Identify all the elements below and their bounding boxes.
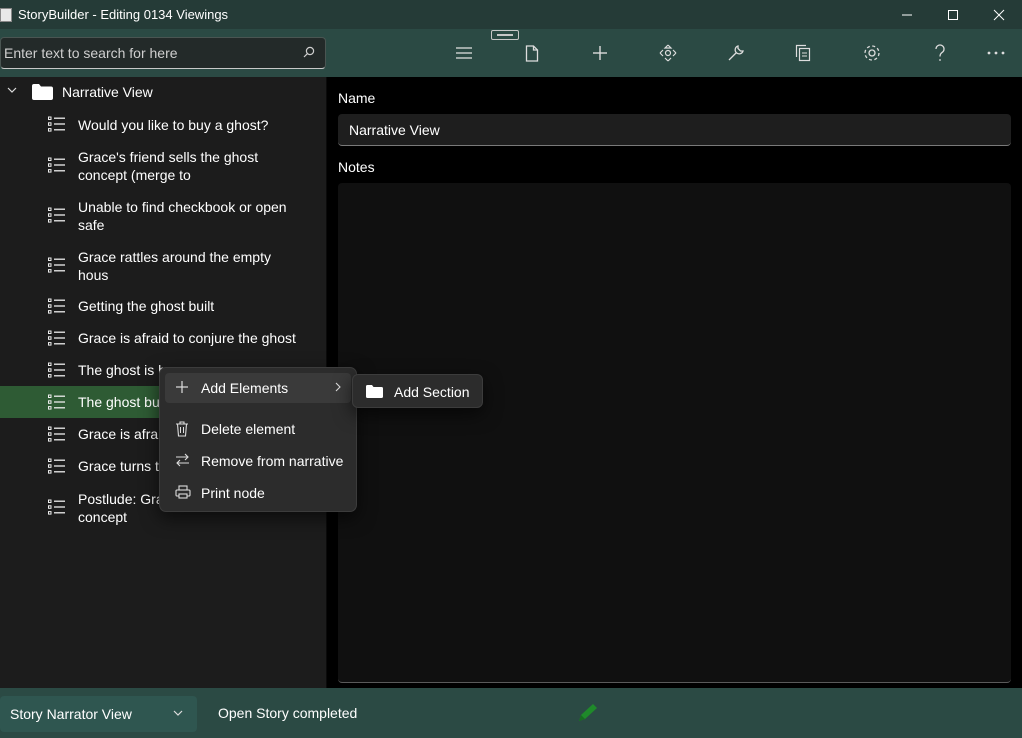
name-label: Name [338,90,376,106]
list-icon [48,157,65,173]
list-icon [48,394,65,410]
title-bar: StoryBuilder - Editing 0134 Viewings [0,0,1022,29]
close-button[interactable] [976,0,1022,29]
new-file-button[interactable] [516,39,548,67]
tools-button[interactable] [720,39,752,67]
folder-icon [32,84,53,100]
tree-item-label: Unable to find checkbook or open safe [78,199,287,233]
tree-item[interactable]: Getting the ghost built [0,290,326,322]
chevron-down-icon[interactable] [7,86,17,94]
view-selector-value: Story Narrator View [10,706,132,722]
tree-root-label: Narrative View [62,84,153,100]
tree-item[interactable]: Grace's friend sells the ghost concept (… [0,141,326,189]
storybuilder-window: StoryBuilder - Editing 0134 Viewings Ent… [0,0,1022,738]
swap-arrows-icon [176,453,189,467]
tree-root-narrative-view[interactable]: Narrative View [0,77,326,107]
tree-item[interactable]: Unable to find checkbook or open safe [0,191,326,239]
wrench-icon [728,45,744,61]
add-elements-menu-item[interactable]: Add Elements [165,373,351,403]
list-icon [48,116,65,132]
pencil-icon [579,704,597,721]
list-icon [48,330,65,346]
add-elements-label: Add Elements [201,380,289,396]
more-options-button[interactable] [980,39,1012,67]
minimize-icon [902,14,912,15]
folder-icon [366,385,383,398]
tree-item-label: Would you like to buy a ghost? [78,117,269,133]
tree-item[interactable]: Grace rattles around the empty hous [0,241,326,289]
add-section-label: Add Section [394,384,470,400]
tree-item-label: Getting the ghost built [78,298,215,314]
document-icon [525,44,539,62]
tree-item[interactable]: Grace is afraid to conjure the ghost [0,322,326,354]
printer-icon [175,485,191,499]
question-mark-icon [935,44,945,61]
toolbar [0,29,1022,77]
search-icon[interactable] [303,46,315,58]
drag-handle[interactable] [491,30,519,40]
hamburger-menu-button[interactable] [448,39,480,67]
trash-icon [176,421,188,437]
remove-from-narrative-menu-item[interactable]: Remove from narrative [165,446,351,476]
status-bar: Story Narrator View Open Story completed [0,688,1022,738]
window-title: StoryBuilder - Editing 0134 Viewings [18,7,229,22]
copy-button[interactable] [787,39,819,67]
context-menu: Add Elements Delete element Remove from … [159,367,357,512]
print-node-label: Print node [201,485,265,501]
close-icon [993,9,1005,20]
ellipsis-icon [987,51,1005,55]
minimize-button[interactable] [884,0,930,29]
plus-icon [593,46,607,60]
delete-element-menu-item[interactable]: Delete element [165,414,351,444]
add-button[interactable] [584,39,616,67]
list-icon [48,207,65,223]
app-icon [0,7,12,22]
notes-label: Notes [338,159,375,175]
tree-item-label: Grace is afraid to conjure the ghost [78,330,296,346]
settings-button[interactable] [856,39,888,67]
search-box [0,37,326,69]
view-selector-dropdown[interactable]: Story Narrator View [0,696,197,732]
list-icon [48,426,65,442]
status-message: Open Story completed [218,705,358,721]
list-icon [48,458,65,474]
add-section-menu-item[interactable]: Add Section [352,374,483,408]
copy-icon [795,44,811,62]
gear-icon [864,45,880,61]
list-icon [48,362,65,378]
remove-from-narrative-label: Remove from narrative [201,453,344,469]
delete-element-label: Delete element [201,421,296,437]
list-icon [48,298,65,314]
search-input[interactable] [1,45,291,61]
tree-item-label: Grace's friend sells the ghost concept (… [78,149,259,183]
window-controls [884,0,1022,29]
tree-item-label: Postlude: Gra concept [78,491,164,525]
list-icon [48,499,65,515]
plus-icon [176,381,188,393]
notes-textarea[interactable] [338,183,1011,683]
move-button[interactable] [652,39,684,67]
move-arrows-icon [659,44,677,62]
print-node-menu-item[interactable]: Print node [165,478,351,508]
name-field[interactable]: Narrative View [338,114,1011,146]
help-button[interactable] [924,39,956,67]
chevron-down-icon [173,710,183,716]
maximize-icon [948,9,958,20]
chevron-right-icon [335,382,341,392]
maximize-button[interactable] [930,0,976,29]
list-icon [48,257,65,273]
tree-item-label: Grace rattles around the empty hous [78,249,271,283]
tree-item[interactable]: Would you like to buy a ghost? [0,108,326,140]
hamburger-icon [456,47,472,59]
